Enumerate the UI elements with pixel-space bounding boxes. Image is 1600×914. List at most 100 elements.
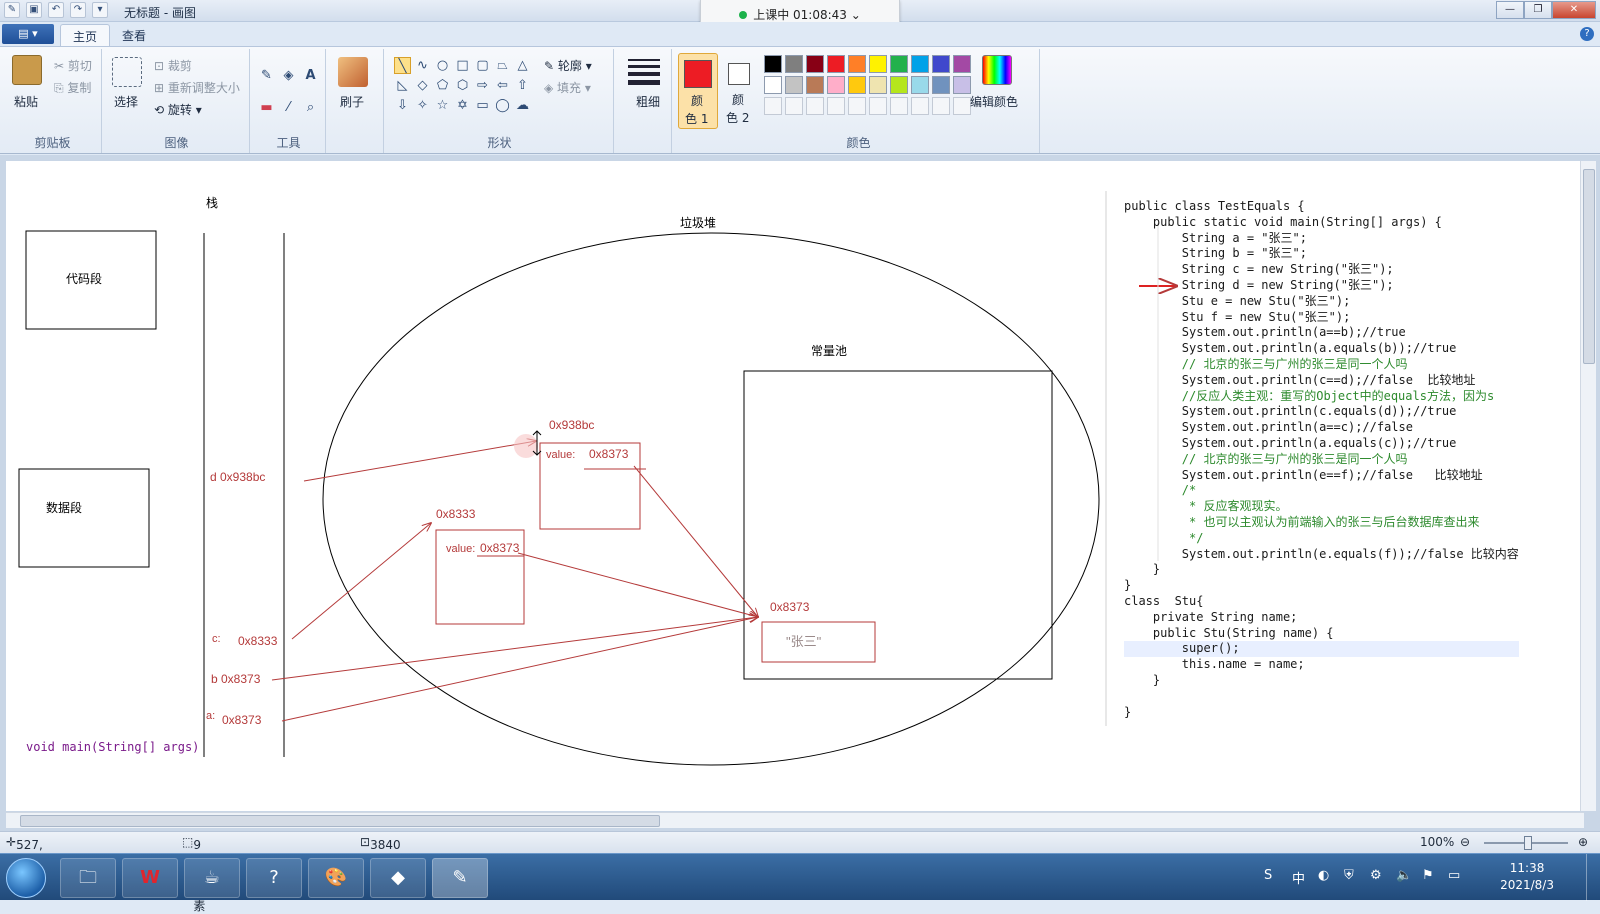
down-arrow-shape-icon[interactable]: ⇩ xyxy=(394,97,411,114)
palette-color-swatch[interactable] xyxy=(806,55,824,73)
zoom-in-button[interactable]: ⊕ xyxy=(1578,835,1588,849)
customize-toolbar-icon[interactable]: ▾ xyxy=(92,2,108,18)
polygon-shape-icon[interactable]: ⏢ xyxy=(494,57,511,74)
fill-bucket-icon[interactable]: ◈ xyxy=(280,67,297,84)
right-arrow-shape-icon[interactable]: ⇨ xyxy=(474,77,491,94)
size-button[interactable]: 粗细 xyxy=(636,93,660,110)
undo-icon[interactable]: ↶ xyxy=(48,2,64,18)
paint-menu-button[interactable]: ▤ ▾ xyxy=(2,24,54,44)
brushes-button[interactable]: 刷子 xyxy=(340,93,364,110)
cloud-callout-shape-icon[interactable]: ☁ xyxy=(514,97,531,114)
palette-empty-swatch[interactable] xyxy=(911,97,929,115)
show-desktop-button[interactable] xyxy=(1586,854,1600,901)
palette-color-swatch[interactable] xyxy=(785,55,803,73)
paint-app-icon[interactable]: ✎ xyxy=(4,2,20,18)
pencil-icon[interactable]: ✎ xyxy=(258,67,275,84)
oval-shape-icon[interactable]: ○ xyxy=(434,57,451,74)
resize-button[interactable]: ⊞ 重新调整大小 xyxy=(154,79,240,96)
palette-color-swatch[interactable] xyxy=(848,55,866,73)
palette-color-swatch[interactable] xyxy=(806,76,824,94)
select-button[interactable]: 选择 xyxy=(114,93,138,110)
save-icon[interactable]: ▣ xyxy=(26,2,42,18)
oval-callout-shape-icon[interactable]: ◯ xyxy=(494,97,511,114)
vertical-scrollbar[interactable] xyxy=(1580,161,1596,811)
line-shape-icon[interactable]: ╲ xyxy=(394,57,411,74)
paint-taskbar-icon[interactable]: ✎ xyxy=(432,858,488,898)
maximize-button[interactable]: ❐ xyxy=(1524,1,1552,19)
tab-view[interactable]: 查看 xyxy=(110,24,158,46)
palette-empty-swatch[interactable] xyxy=(764,97,782,115)
palette-empty-swatch[interactable] xyxy=(890,97,908,115)
rect-callout-shape-icon[interactable]: ▭ xyxy=(474,97,491,114)
palette-empty-swatch[interactable] xyxy=(827,97,845,115)
edit-colors-icon[interactable] xyxy=(982,55,1012,85)
classroom-taskbar-icon[interactable]: ◆ xyxy=(370,858,426,898)
pentagon-shape-icon[interactable]: ⬠ xyxy=(434,77,451,94)
palette-color-swatch[interactable] xyxy=(932,55,950,73)
palette-color-swatch[interactable] xyxy=(848,76,866,94)
select-icon[interactable] xyxy=(112,57,142,87)
color1-button[interactable]: 颜 色 1 xyxy=(678,53,718,129)
edit-colors-button[interactable]: 编辑颜色 xyxy=(970,93,1018,110)
diamond-shape-icon[interactable]: ◇ xyxy=(414,77,431,94)
palette-color-swatch[interactable] xyxy=(953,76,971,94)
horizontal-scrollbar[interactable] xyxy=(6,812,1584,828)
color-picker-icon[interactable]: ⁄ xyxy=(280,99,297,116)
start-button[interactable] xyxy=(6,858,46,898)
zoom-slider[interactable] xyxy=(1484,836,1568,850)
palette-color-swatch[interactable] xyxy=(785,76,803,94)
tray-ime-icon[interactable]: 中 xyxy=(1292,868,1305,887)
drawing-canvas[interactable]: 栈 垃圾堆 代码段 数据段 常量池 d 0x938bc c: 0x8333 b … xyxy=(6,161,1584,811)
tray-shield-icon[interactable]: ⛨ xyxy=(1344,868,1354,883)
help-icon[interactable]: ? xyxy=(1580,27,1594,41)
rotate-button[interactable]: ⟲ 旋转 ▾ xyxy=(154,101,202,118)
left-arrow-shape-icon[interactable]: ⇦ xyxy=(494,77,511,94)
tray-flag-icon[interactable]: ⚑ xyxy=(1422,868,1434,883)
tab-home[interactable]: 主页 xyxy=(60,24,111,46)
palette-color-swatch[interactable] xyxy=(764,55,782,73)
palette-color-swatch[interactable] xyxy=(911,55,929,73)
minimize-button[interactable]: — xyxy=(1496,1,1524,19)
rectangle-shape-icon[interactable]: □ xyxy=(454,57,471,74)
tray-sogou-icon[interactable]: S xyxy=(1264,868,1272,883)
tray-network-icon[interactable]: ◐ xyxy=(1318,868,1329,883)
magnifier-icon[interactable]: ⌕ xyxy=(302,99,319,116)
hexagon-shape-icon[interactable]: ⬡ xyxy=(454,77,471,94)
palette-color-swatch[interactable] xyxy=(932,76,950,94)
cut-button[interactable]: ✂ 剪切 xyxy=(54,57,92,74)
six-point-star-shape-icon[interactable]: ✡ xyxy=(454,97,471,114)
palette-color-swatch[interactable] xyxy=(953,55,971,73)
paste-button[interactable]: 粘贴 xyxy=(14,93,38,110)
paint-palette-taskbar-icon[interactable]: 🎨 xyxy=(308,858,364,898)
vertical-scroll-thumb[interactable] xyxy=(1583,169,1595,364)
triangle-shape-icon[interactable]: △ xyxy=(514,57,531,74)
palette-color-swatch[interactable] xyxy=(890,55,908,73)
taskbar-clock[interactable]: 11:38 2021/8/3 xyxy=(1500,860,1554,894)
fill-button[interactable]: ◈ 填充 ▾ xyxy=(544,79,591,96)
zoom-out-button[interactable]: ⊖ xyxy=(1460,835,1470,849)
palette-color-swatch[interactable] xyxy=(911,76,929,94)
palette-empty-swatch[interactable] xyxy=(932,97,950,115)
curve-shape-icon[interactable]: ∿ xyxy=(414,57,431,74)
zoom-slider-knob[interactable] xyxy=(1524,836,1532,850)
color2-button[interactable]: 颜 色 2 xyxy=(720,53,760,129)
palette-color-swatch[interactable] xyxy=(764,76,782,94)
palette-empty-swatch[interactable] xyxy=(869,97,887,115)
redo-icon[interactable]: ↷ xyxy=(70,2,86,18)
line-size-icon[interactable] xyxy=(628,59,660,85)
horizontal-scroll-thumb[interactable] xyxy=(20,815,660,827)
eraser-icon[interactable]: ▬ xyxy=(258,99,275,116)
palette-empty-swatch[interactable] xyxy=(785,97,803,115)
five-point-star-shape-icon[interactable]: ☆ xyxy=(434,97,451,114)
rounded-rect-shape-icon[interactable]: ▢ xyxy=(474,57,491,74)
right-triangle-shape-icon[interactable]: ◺ xyxy=(394,77,411,94)
outline-button[interactable]: ✎ 轮廓 ▾ xyxy=(544,57,592,74)
brush-icon[interactable] xyxy=(338,57,368,87)
palette-empty-swatch[interactable] xyxy=(848,97,866,115)
palette-color-swatch[interactable] xyxy=(890,76,908,94)
wps-taskbar-icon[interactable]: W xyxy=(122,858,178,898)
palette-empty-swatch[interactable] xyxy=(953,97,971,115)
crop-button[interactable]: ⊡ 裁剪 xyxy=(154,57,192,74)
palette-empty-swatch[interactable] xyxy=(806,97,824,115)
tray-settings-icon[interactable]: ⚙ xyxy=(1370,868,1382,883)
